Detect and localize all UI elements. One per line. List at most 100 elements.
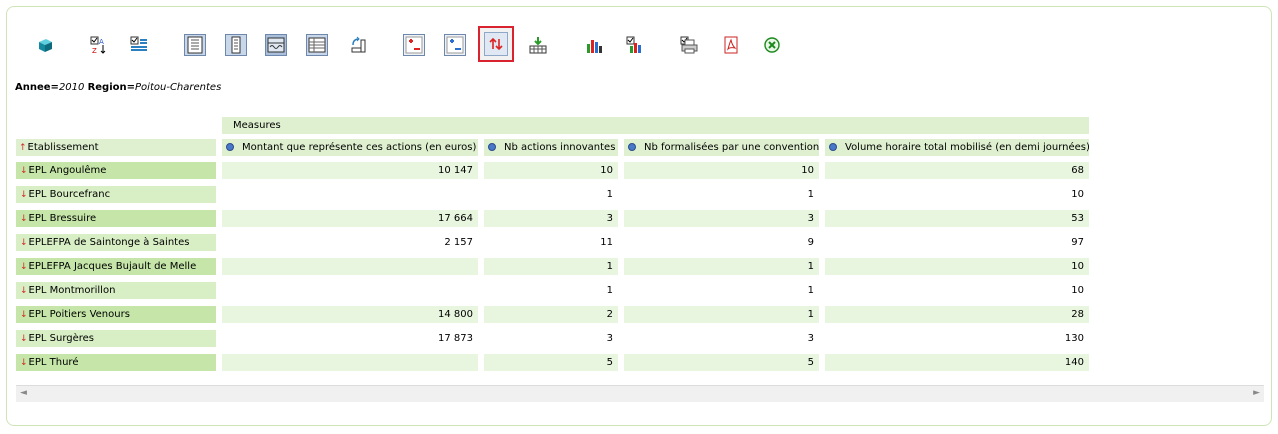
table-cell [222,354,478,371]
row-label-text: EPL Surgères [28,333,95,344]
table-cell: 5 [624,354,819,371]
print-icon[interactable] [678,34,700,56]
table-cell: 1 [624,258,819,275]
row-label-text: EPL Bressuire [28,213,97,224]
pdf-icon[interactable] [720,34,742,56]
column-header-nb-formalisees[interactable]: Nb formalisées par une convention [624,139,819,156]
cube-icon[interactable] [34,34,56,56]
table-cell: 10 [825,258,1089,275]
column-header-label: Nb actions innovantes [504,142,616,153]
expand-down-icon[interactable]: ↓ [20,286,28,296]
expand-down-icon[interactable]: ↓ [20,334,28,344]
row-header-label: Etablissement [27,142,99,153]
row-label-text: EPL Montmorillon [28,285,116,296]
row-label[interactable]: ↓EPL Bressuire [16,210,216,227]
row-label[interactable]: ↓EPL Thuré [16,354,216,371]
sort-up-icon[interactable]: ↑ [19,143,27,153]
column-header-volume-horaire[interactable]: Volume horaire total mobilisé (en demi j… [825,139,1089,156]
swap-axes-icon[interactable] [348,34,370,56]
row-label[interactable]: ↓EPL Poitiers Venours [16,306,216,323]
table-cell [222,282,478,299]
table-cell: 9 [807,237,814,248]
row-label-text: EPL Bourcefranc [28,189,111,200]
svg-text:Z: Z [92,47,97,54]
table-cell: 53 [825,210,1089,227]
scroll-left-icon[interactable]: ◄ [20,388,27,398]
horizontal-scrollbar[interactable]: ◄ ► [16,385,1264,402]
expand-down-icon[interactable]: ↓ [20,190,28,200]
table-cell: 1 [606,189,613,200]
chart-config-icon[interactable] [624,34,646,56]
column-header-label: Volume horaire total mobilisé (en demi j… [845,142,1089,153]
column-header-label: Montant que représente ces actions (en e… [242,142,477,153]
table-cell: 3 [624,210,819,227]
filter-summary: Annee=2010 Region=Poitou-Charentes [15,82,222,93]
table-cell: 10 [484,162,618,179]
expand-down-icon[interactable]: ↓ [20,358,28,368]
table-cell: 14 800 [222,306,478,323]
measure-dot-icon [628,143,636,151]
expand-down-icon[interactable]: ↓ [20,238,28,248]
table-cell: 10 147 [222,162,478,179]
row-label[interactable]: ↓EPL Bourcefranc [16,186,216,203]
expand-down-icon[interactable]: ↓ [20,310,28,320]
column-header-nb-actions[interactable]: Nb actions innovantes [484,139,618,156]
table-cell: 1 [807,285,814,296]
excel-icon[interactable] [761,34,783,56]
table-cell: 17 664 [222,210,478,227]
measure-dot-icon [829,143,837,151]
table-cell: 10 [1071,285,1084,296]
table-cell: 3 [807,333,814,344]
table-cell: 10 [624,162,819,179]
svg-text:A: A [99,38,104,46]
row-label-text: EPL Poitiers Venours [28,309,130,320]
row-label-text: EPLEFPA Jacques Bujault de Melle [28,261,197,272]
table-cell: 130 [1064,333,1084,344]
expand-down-icon[interactable]: ↓ [20,166,28,176]
sort-az-icon[interactable]: AZ [88,34,110,56]
download-grid-icon[interactable] [527,34,549,56]
table-cell: 5 [484,354,618,371]
table-cell: 1 [484,258,618,275]
table-list-icon[interactable] [128,34,150,56]
table-cell: 2 157 [444,237,473,248]
page-columns-icon[interactable] [225,34,247,56]
row-label[interactable]: ↓EPLEFPA Jacques Bujault de Melle [16,258,216,275]
expand-down-icon[interactable]: ↓ [20,262,28,272]
table-cell [222,258,478,275]
table-cell: 2 [484,306,618,323]
table-cell: 1 [807,189,814,200]
column-header-montant[interactable]: Montant que représente ces actions (en e… [222,139,478,156]
row-label[interactable]: ↓EPL Angoulême [16,162,216,179]
row-label[interactable]: ↓EPL Surgères [16,330,216,347]
sort-updown-icon[interactable] [478,26,514,62]
collapse-red-icon[interactable] [403,34,425,56]
table-wave-icon[interactable] [265,34,287,56]
bar-chart-icon[interactable] [583,34,605,56]
table-cell: 1 [606,285,613,296]
column-header-label: Nb formalisées par une convention [644,142,819,153]
table-grid-icon[interactable] [306,34,328,56]
table-cell: 17 873 [438,333,473,344]
row-label[interactable]: ↓EPLEFPA de Saintonge à Saintes [16,234,216,251]
measures-header: Measures [222,117,1089,134]
table-cell: 1 [624,306,819,323]
toolbar: AZ [0,26,1278,62]
table-cell: 11 [600,237,613,248]
filter-region-label: Region [87,82,127,93]
expand-blue-icon[interactable] [444,34,466,56]
table-cell: 28 [825,306,1089,323]
row-header[interactable]: ↑Etablissement [16,139,216,156]
measure-dot-icon [226,143,234,151]
scroll-right-icon[interactable]: ► [1253,388,1260,398]
table-cell: 140 [825,354,1089,371]
page-outline-icon[interactable] [184,34,206,56]
filter-annee-label: Annee [15,82,51,93]
table-cell: 10 [1071,189,1084,200]
table-cell: 3 [606,333,613,344]
table-cell: 68 [825,162,1089,179]
expand-down-icon[interactable]: ↓ [20,214,28,224]
filter-region-value: Poitou-Charentes [135,82,222,93]
row-label[interactable]: ↓EPL Montmorillon [16,282,216,299]
table-cell [222,186,478,203]
